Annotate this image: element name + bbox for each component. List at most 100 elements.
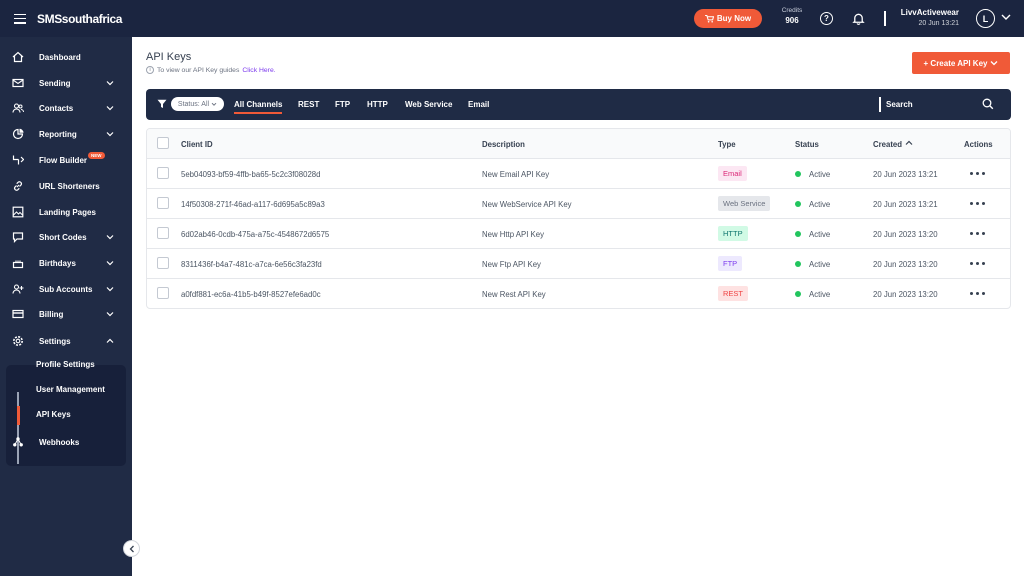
status-dot	[795, 201, 801, 207]
table-row: 5eb04093-bf59-4ffb-ba65-5c2c3f08028d New…	[147, 159, 1010, 189]
client-id-cell[interactable]: 8311436f-b4a7-481c-a7ca-6e56c3fa23fd	[181, 260, 322, 269]
link-icon	[14, 181, 22, 191]
created-cell: 20 Jun 2023 13:21	[873, 170, 938, 179]
sidebar-item-label: Dashboard	[39, 53, 81, 62]
sidebar-collapse-button[interactable]	[123, 540, 140, 557]
more-actions-icon[interactable]	[970, 199, 988, 207]
status-cell: Active	[809, 290, 831, 299]
tab-all-channels[interactable]: All Channels	[234, 100, 283, 114]
chevron-down-icon	[106, 81, 114, 86]
active-indicator	[17, 406, 20, 425]
more-actions-icon[interactable]	[970, 289, 988, 297]
client-id-cell[interactable]: 14f50308-271f-46ad-a117-6d695a5c89a3	[181, 200, 325, 209]
guide-link[interactable]: Click Here.	[242, 67, 275, 74]
credit-card-icon	[12, 309, 24, 319]
tab-rest[interactable]: REST	[298, 100, 319, 109]
sidebar-item-url-shorteners[interactable]: URL Shorteners	[0, 175, 132, 197]
sidebar-item-label: Reporting	[39, 130, 77, 139]
tab-http[interactable]: HTTP	[367, 100, 388, 109]
table-row: 6d02ab46-0cdb-475a-a75c-4548672d6575 New…	[147, 219, 1010, 249]
sidebar-item-label: Landing Pages	[39, 208, 96, 217]
chevron-down-icon	[991, 61, 998, 66]
buy-now-button[interactable]: Buy Now	[694, 9, 762, 28]
create-api-key-button[interactable]: + Create API Key	[912, 52, 1010, 74]
sidebar-sub-profile-settings[interactable]: Profile Settings	[6, 355, 126, 375]
sidebar-sub-api-keys[interactable]: API Keys	[6, 405, 126, 425]
created-cell: 20 Jun 2023 13:20	[873, 290, 938, 299]
mail-icon	[12, 78, 24, 88]
select-all-checkbox[interactable]	[157, 137, 169, 149]
user-info[interactable]: LivvActivewear 20 Jun 13:21	[893, 9, 959, 28]
client-id-cell[interactable]: a0fdf881-ec6a-41b5-b49f-8527efe6ad0c	[181, 290, 321, 299]
bell-icon[interactable]	[852, 12, 865, 25]
row-checkbox[interactable]	[157, 197, 169, 209]
gear-icon	[13, 336, 23, 346]
tab-web-service[interactable]: Web Service	[405, 100, 452, 109]
sidebar-item-label: Short Codes	[39, 233, 87, 242]
sidebar-sub-label: User Management	[36, 385, 105, 394]
header-description[interactable]: Description	[482, 140, 525, 149]
client-id-cell[interactable]: 5eb04093-bf59-4ffb-ba65-5c2c3f08028d	[181, 170, 320, 179]
users-icon	[12, 103, 24, 113]
search-input[interactable]: Search	[886, 100, 913, 109]
row-checkbox[interactable]	[157, 287, 169, 299]
sidebar-sub-label: Profile Settings	[36, 360, 95, 369]
row-checkbox[interactable]	[157, 227, 169, 239]
avatar[interactable]: L	[976, 9, 995, 28]
table-row: 8311436f-b4a7-481c-a7ca-6e56c3fa23fd New…	[147, 249, 1010, 279]
sidebar-item-reporting[interactable]: Reporting	[0, 123, 132, 145]
header-status[interactable]: Status	[795, 140, 819, 149]
row-checkbox[interactable]	[157, 167, 169, 179]
sidebar-item-label: Flow Builder	[39, 156, 87, 165]
sidebar-item-flow-builder[interactable]: Flow Builder NEW	[0, 149, 132, 171]
cake-icon	[12, 260, 24, 269]
header-client-id[interactable]: Client ID	[181, 140, 213, 149]
chevron-down-icon	[106, 287, 114, 292]
status-filter-select[interactable]: Status: All	[171, 97, 224, 111]
created-cell: 20 Jun 2023 13:21	[873, 200, 938, 209]
sidebar-item-label: Settings	[39, 337, 71, 346]
credits-value: 906	[785, 15, 799, 25]
tab-ftp[interactable]: FTP	[335, 100, 350, 109]
header-created[interactable]: Created	[873, 140, 902, 149]
sidebar-item-sub-accounts[interactable]: Sub Accounts	[0, 278, 132, 300]
sidebar-item-landing-pages[interactable]: Landing Pages	[0, 201, 132, 223]
tab-email[interactable]: Email	[468, 100, 489, 109]
user-plus-icon	[12, 284, 24, 294]
sidebar-item-webhooks[interactable]: Webhooks	[0, 431, 132, 453]
type-badge: Email	[718, 166, 747, 181]
sidebar-item-birthdays[interactable]: Birthdays	[0, 252, 132, 274]
more-actions-icon[interactable]	[970, 169, 988, 177]
brand-logo[interactable]: SMSsouthafrica	[37, 12, 122, 26]
hamburger-menu-icon[interactable]	[14, 13, 26, 24]
new-badge: NEW	[88, 152, 105, 160]
sidebar-item-billing[interactable]: Billing	[0, 303, 132, 325]
sidebar-sub-user-management[interactable]: User Management	[6, 380, 126, 400]
sidebar-item-label: Sub Accounts	[39, 285, 93, 294]
status-cell: Active	[809, 170, 831, 179]
sidebar-item-short-codes[interactable]: Short Codes	[0, 226, 132, 248]
client-id-cell[interactable]: 6d02ab46-0cdb-475a-a75c-4548672d6575	[181, 230, 329, 239]
filter-icon[interactable]	[157, 99, 167, 109]
sidebar-item-label: Sending	[39, 79, 71, 88]
type-badge: HTTP	[718, 226, 748, 241]
help-icon[interactable]: ?	[820, 12, 833, 25]
sidebar-item-dashboard[interactable]: Dashboard	[0, 46, 132, 68]
sidebar-item-settings[interactable]: Settings	[0, 330, 132, 352]
chevron-down-icon[interactable]	[1001, 13, 1011, 21]
page-subtitle: i To view our API Key guides Click Here.	[146, 66, 276, 74]
sort-asc-icon[interactable]	[905, 140, 913, 146]
more-actions-icon[interactable]	[970, 229, 988, 237]
header-type[interactable]: Type	[718, 140, 736, 149]
page-title: API Keys	[146, 51, 192, 63]
row-checkbox[interactable]	[157, 257, 169, 269]
status-cell: Active	[809, 260, 831, 269]
header-actions: Actions	[964, 140, 993, 149]
sidebar-item-sending[interactable]: Sending	[0, 72, 132, 94]
chevron-down-icon	[106, 106, 114, 111]
more-actions-icon[interactable]	[970, 259, 988, 267]
sidebar-item-contacts[interactable]: Contacts	[0, 97, 132, 119]
home-icon	[12, 51, 24, 63]
search-icon[interactable]	[982, 98, 994, 110]
status-dot	[795, 291, 801, 297]
